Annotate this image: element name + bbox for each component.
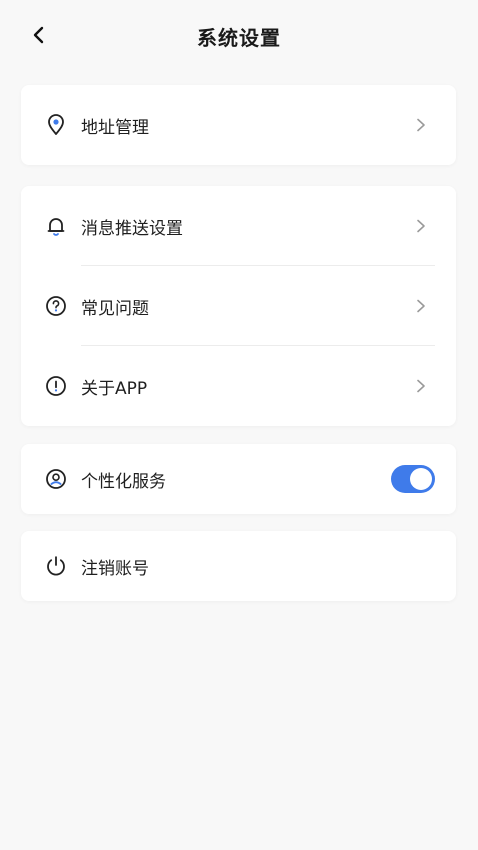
faq-label: 常见问题: [81, 298, 149, 319]
about-app-label: 关于APP: [81, 378, 148, 399]
question-circle-icon: [45, 295, 67, 317]
personalized-service-row: 个性化服务: [21, 444, 456, 514]
power-icon: [45, 555, 67, 577]
address-card: 地址管理: [21, 85, 456, 165]
delete-account-label: 注销账号: [81, 558, 149, 579]
personalized-service-label: 个性化服务: [81, 471, 166, 492]
address-management-row[interactable]: 地址管理: [21, 85, 456, 165]
info-card: 消息推送设置 常见问题 关于APP: [21, 186, 456, 426]
personalized-card: 个性化服务: [21, 444, 456, 514]
address-management-label: 地址管理: [81, 117, 149, 138]
chevron-right-icon: [414, 299, 428, 313]
header: 系统设置: [0, 0, 478, 70]
user-circle-icon: [45, 468, 67, 490]
chevron-right-icon: [414, 219, 428, 233]
location-pin-icon: [45, 114, 67, 136]
push-settings-row[interactable]: 消息推送设置: [21, 186, 456, 266]
faq-row[interactable]: 常见问题: [21, 266, 456, 346]
chevron-right-icon: [414, 379, 428, 393]
system-settings-page: 系统设置 地址管理 消息推送设置 常见问题 关于APP 个性化服务 注销账号: [0, 0, 478, 850]
delete-account-row[interactable]: 注销账号: [21, 531, 456, 601]
logout-card: 注销账号: [21, 531, 456, 601]
bell-icon: [45, 215, 67, 237]
push-settings-label: 消息推送设置: [81, 218, 183, 239]
chevron-right-icon: [414, 118, 428, 132]
info-circle-icon: [45, 375, 67, 397]
about-app-row[interactable]: 关于APP: [21, 346, 456, 426]
personalized-service-toggle[interactable]: [391, 465, 435, 493]
page-title: 系统设置: [197, 26, 281, 50]
toggle-knob: [410, 468, 432, 490]
